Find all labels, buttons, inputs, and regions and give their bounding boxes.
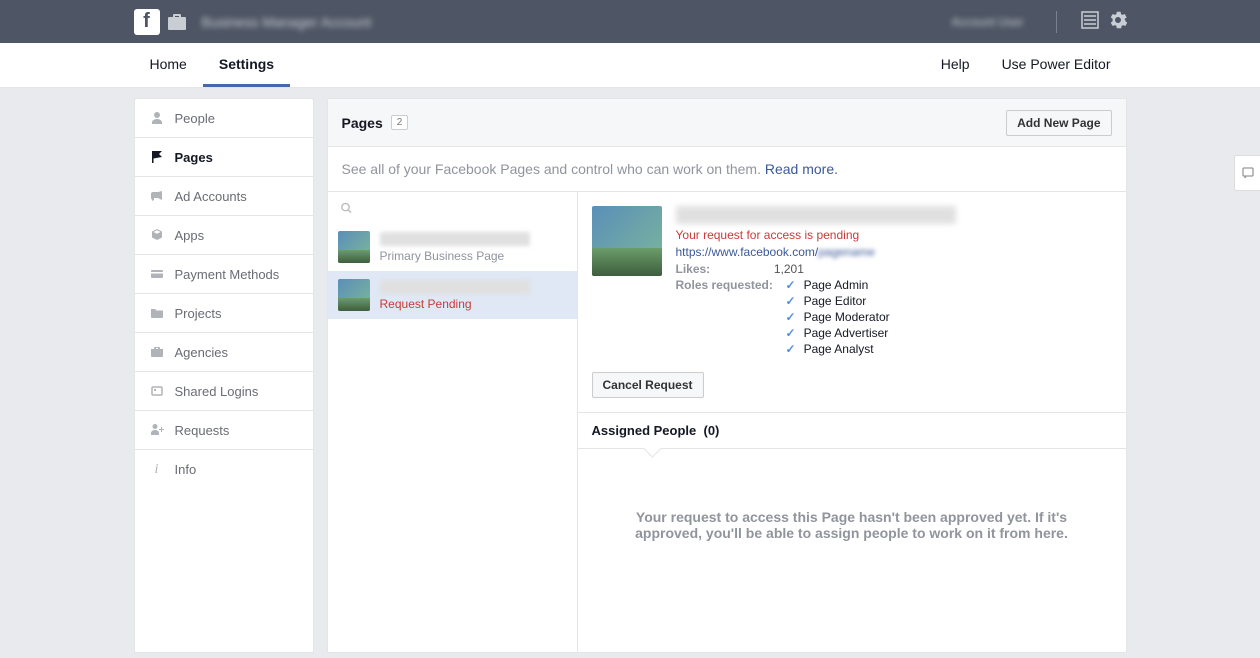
- sidebar-item-label: Pages: [175, 150, 213, 165]
- page-list-item[interactable]: Request Pending: [328, 271, 577, 319]
- sidebar-item-label: Payment Methods: [175, 267, 280, 282]
- sidebar-item-ad-accounts[interactable]: Ad Accounts: [135, 177, 313, 216]
- likes-label: Likes:: [676, 262, 771, 276]
- search-pages-input[interactable]: [358, 200, 564, 215]
- page-detail-column: Your request for access is pending https…: [578, 192, 1126, 652]
- topbar: f Business Manager Account Account User: [0, 0, 1260, 43]
- role-item: ✓Page Moderator: [786, 310, 890, 324]
- user-name[interactable]: Account User: [951, 15, 1023, 29]
- page-name: [380, 232, 530, 246]
- role-item: ✓Page Analyst: [786, 342, 890, 356]
- feedback-tab[interactable]: [1234, 155, 1260, 191]
- sidebar-item-label: People: [175, 111, 215, 126]
- role-item: ✓Page Advertiser: [786, 326, 890, 340]
- page-list-item[interactable]: Primary Business Page: [328, 223, 577, 271]
- check-icon: ✓: [786, 342, 796, 356]
- sidebar-item-shared-logins[interactable]: Shared Logins: [135, 372, 313, 411]
- role-item: ✓Page Admin: [786, 278, 890, 292]
- briefcase-icon: [149, 344, 165, 360]
- add-new-page-button[interactable]: Add New Page: [1006, 110, 1111, 136]
- person-icon: [149, 110, 165, 126]
- sidebar-item-label: Apps: [175, 228, 205, 243]
- sidebar-item-pages[interactable]: Pages: [135, 138, 313, 177]
- sidebar-item-label: Requests: [175, 423, 230, 438]
- activity-icon[interactable]: [1081, 11, 1099, 32]
- page-subtext: Request Pending: [380, 297, 567, 311]
- page-title: Pages: [342, 115, 383, 131]
- assigned-count: (0): [703, 423, 719, 438]
- sidebar-item-label: Shared Logins: [175, 384, 259, 399]
- business-name: Business Manager Account: [202, 14, 952, 30]
- sidebar-item-label: Ad Accounts: [175, 189, 247, 204]
- tab-settings[interactable]: Settings: [203, 43, 290, 87]
- sidebar-item-label: Agencies: [175, 345, 228, 360]
- check-icon: ✓: [786, 294, 796, 308]
- info-icon: i: [149, 462, 165, 478]
- sidebar-item-payment[interactable]: Payment Methods: [135, 255, 313, 294]
- check-icon: ✓: [786, 310, 796, 324]
- check-icon: ✓: [786, 326, 796, 340]
- login-icon: [149, 383, 165, 399]
- main-header: Pages 2 Add New Page: [328, 99, 1126, 147]
- page-subtext: Primary Business Page: [380, 249, 567, 263]
- facebook-logo-icon[interactable]: f: [134, 9, 160, 35]
- pages-count-badge: 2: [391, 115, 409, 130]
- person-plus-icon: [149, 422, 165, 438]
- role-item: ✓Page Editor: [786, 294, 890, 308]
- sidebar-item-info[interactable]: i Info: [135, 450, 313, 489]
- main-panel: Pages 2 Add New Page See all of your Fac…: [327, 98, 1127, 653]
- main-description: See all of your Facebook Pages and contr…: [328, 147, 1126, 192]
- sidebar-item-apps[interactable]: Apps: [135, 216, 313, 255]
- page-thumb: [338, 279, 370, 311]
- nav-tabs: Home Settings Help Use Power Editor: [0, 43, 1260, 88]
- sidebar-item-label: Projects: [175, 306, 222, 321]
- pages-list-column: Primary Business Page Request Pending: [328, 192, 578, 652]
- roles-label: Roles requested:: [676, 278, 786, 358]
- sidebar: People Pages Ad Accounts Apps Payment Me…: [134, 98, 314, 653]
- sidebar-item-people[interactable]: People: [135, 99, 313, 138]
- megaphone-icon: [149, 188, 165, 204]
- assigned-people-header: Assigned People (0): [578, 412, 1126, 449]
- sidebar-item-projects[interactable]: Projects: [135, 294, 313, 333]
- page-detail-name: [676, 206, 956, 224]
- tab-power-editor[interactable]: Use Power Editor: [986, 43, 1127, 87]
- search-icon: [340, 201, 353, 215]
- cancel-request-button[interactable]: Cancel Request: [592, 372, 704, 398]
- assigned-people-empty-message: Your request to access this Page hasn't …: [592, 449, 1112, 601]
- page-name: [380, 280, 530, 294]
- read-more-link[interactable]: Read more.: [765, 161, 838, 177]
- briefcase-icon[interactable]: [166, 11, 188, 33]
- pending-notice: Your request for access is pending: [676, 228, 1112, 242]
- sidebar-item-label: Info: [175, 462, 197, 477]
- card-icon: [149, 266, 165, 282]
- sidebar-item-requests[interactable]: Requests: [135, 411, 313, 450]
- page-thumb: [338, 231, 370, 263]
- likes-value: 1,201: [774, 262, 804, 276]
- sidebar-item-agencies[interactable]: Agencies: [135, 333, 313, 372]
- separator: [1056, 11, 1057, 33]
- page-url-link[interactable]: https://www.facebook.com/pagename: [676, 245, 1112, 259]
- page-detail-thumb: [592, 206, 662, 276]
- tab-help[interactable]: Help: [925, 43, 986, 87]
- gear-icon[interactable]: [1109, 11, 1127, 32]
- folder-icon: [149, 305, 165, 321]
- cube-icon: [149, 227, 165, 243]
- flag-icon: [149, 149, 165, 165]
- check-icon: ✓: [786, 278, 796, 292]
- tab-home[interactable]: Home: [134, 43, 203, 87]
